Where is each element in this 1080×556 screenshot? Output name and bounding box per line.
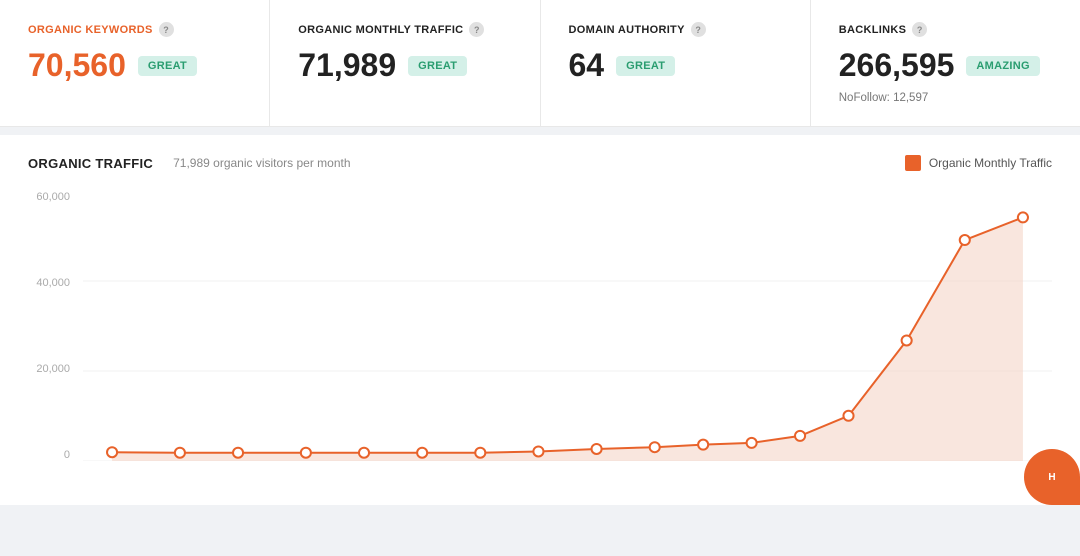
- help-icon-organic-monthly-traffic[interactable]: ?: [469, 22, 484, 37]
- chart-header: ORGANIC TRAFFIC 71,989 organic visitors …: [28, 155, 1052, 171]
- chart-canvas: [83, 191, 1052, 461]
- data-point[interactable]: [175, 448, 185, 458]
- card-backlinks: BACKLINKS ? 266,595 AMAZING NoFollow: 12…: [811, 0, 1080, 126]
- y-axis-label: 60,000: [28, 191, 78, 203]
- card-value-organic-monthly-traffic: 71,989: [298, 47, 396, 84]
- card-title-organic-keywords: ORGANIC KEYWORDS ?: [28, 22, 241, 37]
- metrics-cards: ORGANIC KEYWORDS ? 70,560 GREAT ORGANIC …: [0, 0, 1080, 127]
- card-value-row-backlinks: 266,595 AMAZING: [839, 47, 1052, 84]
- y-axis-label: 0: [28, 449, 78, 461]
- card-domain-authority: DOMAIN AUTHORITY ? 64 GREAT: [541, 0, 811, 126]
- chart-title-group: ORGANIC TRAFFIC 71,989 organic visitors …: [28, 156, 351, 171]
- card-title-backlinks: BACKLINKS ?: [839, 22, 1052, 37]
- data-point[interactable]: [650, 442, 660, 452]
- card-sub-backlinks: NoFollow: 12,597: [839, 92, 1052, 104]
- chat-bubble-button[interactable]: H: [1024, 449, 1080, 505]
- data-point[interactable]: [902, 335, 912, 345]
- chart-legend: Organic Monthly Traffic: [905, 155, 1052, 171]
- card-organic-monthly-traffic: ORGANIC MONTHLY TRAFFIC ? 71,989 GREAT: [270, 0, 540, 126]
- data-point[interactable]: [301, 448, 311, 458]
- y-axis-labels: 0 20,000 40,000 60,000: [28, 191, 78, 461]
- data-point[interactable]: [592, 444, 602, 454]
- y-axis-label: 20,000: [28, 363, 78, 375]
- chart-title: ORGANIC TRAFFIC: [28, 156, 153, 171]
- chat-bubble-label: H: [1048, 472, 1055, 483]
- data-point[interactable]: [698, 440, 708, 450]
- card-title-organic-monthly-traffic: ORGANIC MONTHLY TRAFFIC ?: [298, 22, 511, 37]
- data-point[interactable]: [795, 431, 805, 441]
- data-point[interactable]: [107, 447, 117, 457]
- chart-section: ORGANIC TRAFFIC 71,989 organic visitors …: [0, 135, 1080, 505]
- y-axis-label: 40,000: [28, 277, 78, 289]
- help-icon-organic-keywords[interactable]: ?: [159, 22, 174, 37]
- data-point[interactable]: [1018, 212, 1028, 222]
- data-point[interactable]: [533, 446, 543, 456]
- card-badge-organic-keywords: GREAT: [138, 56, 197, 76]
- chart-svg: [83, 191, 1052, 461]
- chart-area: 0 20,000 40,000 60,000: [28, 191, 1052, 491]
- card-value-organic-keywords: 70,560: [28, 47, 126, 84]
- data-point[interactable]: [960, 235, 970, 245]
- card-value-domain-authority: 64: [569, 47, 605, 84]
- help-icon-domain-authority[interactable]: ?: [691, 22, 706, 37]
- data-point[interactable]: [843, 411, 853, 421]
- data-point[interactable]: [417, 448, 427, 458]
- card-badge-organic-monthly-traffic: GREAT: [408, 56, 467, 76]
- data-point[interactable]: [359, 448, 369, 458]
- card-title-domain-authority: DOMAIN AUTHORITY ?: [569, 22, 782, 37]
- help-icon-backlinks[interactable]: ?: [912, 22, 927, 37]
- card-organic-keywords: ORGANIC KEYWORDS ? 70,560 GREAT: [0, 0, 270, 126]
- chart-subtitle: 71,989 organic visitors per month: [173, 156, 350, 170]
- data-point[interactable]: [475, 448, 485, 458]
- legend-swatch: [905, 155, 921, 171]
- data-point[interactable]: [747, 438, 757, 448]
- card-badge-domain-authority: GREAT: [616, 56, 675, 76]
- card-badge-backlinks: AMAZING: [966, 56, 1039, 76]
- data-point[interactable]: [233, 448, 243, 458]
- card-value-row-domain-authority: 64 GREAT: [569, 47, 782, 84]
- card-value-row-organic-monthly-traffic: 71,989 GREAT: [298, 47, 511, 84]
- card-value-row-organic-keywords: 70,560 GREAT: [28, 47, 241, 84]
- legend-label: Organic Monthly Traffic: [929, 156, 1052, 170]
- card-value-backlinks: 266,595: [839, 47, 955, 84]
